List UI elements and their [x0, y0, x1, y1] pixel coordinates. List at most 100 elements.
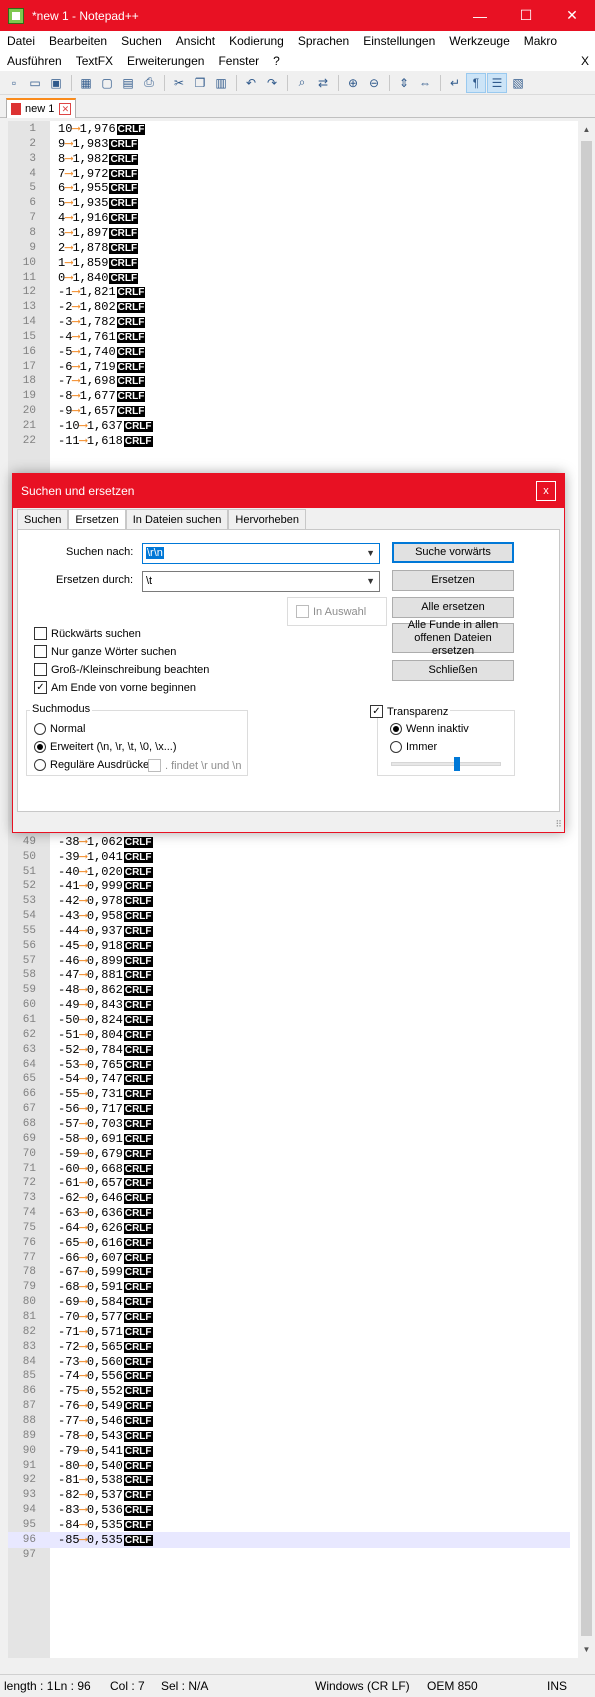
trans-inactive-radio[interactable]: Wenn inaktiv [390, 723, 469, 735]
maximize-button[interactable]: ☐ [503, 0, 549, 31]
dialog-close-button[interactable]: x [536, 481, 556, 501]
editor-line[interactable]: 58 -47⟶0,881 CRLF [8, 967, 570, 983]
redo-icon[interactable]: ↷ [262, 73, 282, 93]
close-dialog-button[interactable]: Schließen [392, 660, 514, 681]
editor-line[interactable]: 17 -6⟶1,719 CRLF [8, 359, 570, 375]
cut-icon[interactable]: ✂ [169, 73, 189, 93]
replace-input[interactable]: \t ▼ [142, 571, 380, 592]
editor-line[interactable]: 4 7⟶1,972 CRLF [8, 166, 570, 182]
mode-extended-radio[interactable]: Erweitert (\n, \r, \t, \0, \x...) [34, 741, 177, 753]
copy-icon[interactable]: ❐ [190, 73, 210, 93]
save-icon[interactable]: ▣ [46, 73, 66, 93]
zoom-in-icon[interactable]: ⊕ [343, 73, 363, 93]
editor-line[interactable]: 89 -78⟶0,543 CRLF [8, 1428, 570, 1444]
checkbox-box[interactable] [296, 605, 309, 618]
editor-line[interactable]: 18 -7⟶1,698 CRLF [8, 373, 570, 389]
editor-line[interactable]: 84 -73⟶0,560 CRLF [8, 1354, 570, 1370]
indent-guide-icon[interactable]: ☰ [487, 72, 507, 93]
editor-line[interactable]: 59 -48⟶0,862 CRLF [8, 982, 570, 998]
scroll-down-icon[interactable]: ▼ [578, 1641, 595, 1658]
new-file-icon[interactable]: ▫ [4, 73, 24, 93]
editor-line[interactable]: 67 -56⟶0,717 CRLF [8, 1101, 570, 1117]
close-window-button[interactable]: ✕ [549, 0, 595, 31]
editor-line[interactable]: 54 -43⟶0,958 CRLF [8, 908, 570, 924]
checkbox-box[interactable] [34, 627, 47, 640]
close-all-icon[interactable]: ▤ [118, 73, 138, 93]
save-all-icon[interactable]: ▦ [76, 73, 96, 93]
zoom-out-icon[interactable]: ⊖ [364, 73, 384, 93]
editor-line[interactable]: 86 -75⟶0,552 CRLF [8, 1383, 570, 1399]
editor-line[interactable]: 15 -4⟶1,761 CRLF [8, 329, 570, 345]
chevron-down-icon[interactable]: ▼ [366, 544, 375, 563]
editor-line[interactable]: 63 -52⟶0,784 CRLF [8, 1042, 570, 1058]
radio-icon[interactable] [34, 723, 46, 735]
editor-line[interactable]: 81 -70⟶0,577 CRLF [8, 1309, 570, 1325]
mode-normal-radio[interactable]: Normal [34, 723, 85, 735]
editor-line[interactable]: 92 -81⟶0,538 CRLF [8, 1472, 570, 1488]
tab-in-dateien-suchen[interactable]: In Dateien suchen [125, 509, 229, 529]
editor-line[interactable]: 55 -44⟶0,937 CRLF [8, 923, 570, 939]
checkbox-box[interactable] [148, 759, 161, 772]
scroll-thumb[interactable] [581, 141, 592, 1636]
slider-knob[interactable] [453, 757, 460, 771]
editor-line[interactable]: 8 3⟶1,897 CRLF [8, 225, 570, 241]
tab-ersetzen[interactable]: Ersetzen [68, 509, 126, 530]
checkbox-checked-icon[interactable]: ✓ [370, 705, 383, 718]
editor-line[interactable]: 11 0⟶1,840 CRLF [8, 270, 570, 286]
regex-dot-checkbox[interactable]: . findet \r und \n [148, 759, 241, 772]
resize-grip-icon[interactable]: ⠿ [555, 819, 562, 830]
minimize-button[interactable]: — [457, 0, 503, 31]
sync-v-icon[interactable]: ⇕ [394, 73, 414, 93]
scroll-up-icon[interactable]: ▲ [578, 121, 595, 138]
menu-textfx[interactable]: TextFX [69, 54, 120, 68]
replace-icon[interactable]: ⇄ [313, 73, 333, 93]
wrap-around-checkbox[interactable]: ✓ Am Ende von vorne beginnen [34, 681, 196, 694]
menu-makro[interactable]: Makro [517, 34, 564, 48]
editor-line[interactable]: 56 -45⟶0,918 CRLF [8, 938, 570, 954]
menu-fenster[interactable]: Fenster [211, 54, 266, 68]
tab-suchen[interactable]: Suchen [17, 509, 69, 529]
editor-line[interactable]: 80 -69⟶0,584 CRLF [8, 1294, 570, 1310]
editor-line[interactable]: 9 2⟶1,878 CRLF [8, 240, 570, 256]
editor-line[interactable]: 75 -64⟶0,626 CRLF [8, 1220, 570, 1236]
checkbox-box[interactable] [34, 645, 47, 658]
editor-line[interactable]: 78 -67⟶0,599 CRLF [8, 1264, 570, 1280]
replace-all-button[interactable]: Alle ersetzen [392, 597, 514, 618]
editor-line[interactable]: 49 -38⟶1,062 CRLF [8, 834, 570, 850]
mode-regex-radio[interactable]: Reguläre Ausdrücke [34, 759, 149, 771]
transparency-slider[interactable] [391, 757, 501, 771]
replace-button[interactable]: Ersetzen [392, 570, 514, 591]
radio-icon[interactable] [390, 741, 402, 753]
find-icon[interactable]: ⌕ [292, 73, 312, 93]
editor-line[interactable]: 22 -11⟶1,618 CRLF [8, 433, 570, 449]
editor-line[interactable]: 20 -9⟶1,657 CRLF [8, 403, 570, 419]
editor-line[interactable]: 93 -82⟶0,537 CRLF [8, 1487, 570, 1503]
trans-always-radio[interactable]: Immer [390, 741, 437, 753]
editor-line[interactable]: 61 -50⟶0,824 CRLF [8, 1012, 570, 1028]
sync-h-icon[interactable]: ⇔ [415, 73, 435, 93]
match-case-checkbox[interactable]: Groß-/Kleinschreibung beachten [34, 663, 209, 676]
editor-line[interactable]: 82 -71⟶0,571 CRLF [8, 1324, 570, 1340]
editor-line[interactable]: 65 -54⟶0,747 CRLF [8, 1071, 570, 1087]
editor-line[interactable]: 74 -63⟶0,636 CRLF [8, 1205, 570, 1221]
editor-line[interactable]: 66 -55⟶0,731 CRLF [8, 1086, 570, 1102]
editor-line[interactable]: 68 -57⟶0,703 CRLF [8, 1116, 570, 1132]
doc-map-icon[interactable]: ▧ [508, 73, 528, 93]
editor-line[interactable]: 64 -53⟶0,765 CRLF [8, 1057, 570, 1073]
editor-line[interactable]: 57 -46⟶0,899 CRLF [8, 953, 570, 969]
checkbox-checked-icon[interactable]: ✓ [34, 681, 47, 694]
editor-line[interactable]: 60 -49⟶0,843 CRLF [8, 997, 570, 1013]
editor-line[interactable]: 12 -1⟶1,821 CRLF [8, 284, 570, 300]
editor-line[interactable]: 94 -83⟶0,536 CRLF [8, 1502, 570, 1518]
menu-ansicht[interactable]: Ansicht [169, 34, 222, 48]
editor-line[interactable]: 6 5⟶1,935 CRLF [8, 195, 570, 211]
editor-line[interactable]: 52 -41⟶0,999 CRLF [8, 878, 570, 894]
backward-checkbox[interactable]: Rückwärts suchen [34, 627, 141, 640]
editor-line[interactable]: 79 -68⟶0,591 CRLF [8, 1279, 570, 1295]
editor-line[interactable]: 90 -79⟶0,541 CRLF [8, 1443, 570, 1459]
close-tab-icon[interactable]: ✕ [59, 103, 72, 115]
find-next-button[interactable]: Suche vorwärts [392, 542, 514, 563]
editor-line[interactable]: 21 -10⟶1,637 CRLF [8, 418, 570, 434]
editor-line[interactable]: 87 -76⟶0,549 CRLF [8, 1398, 570, 1414]
find-input[interactable]: \r\n ▼ [142, 543, 380, 564]
